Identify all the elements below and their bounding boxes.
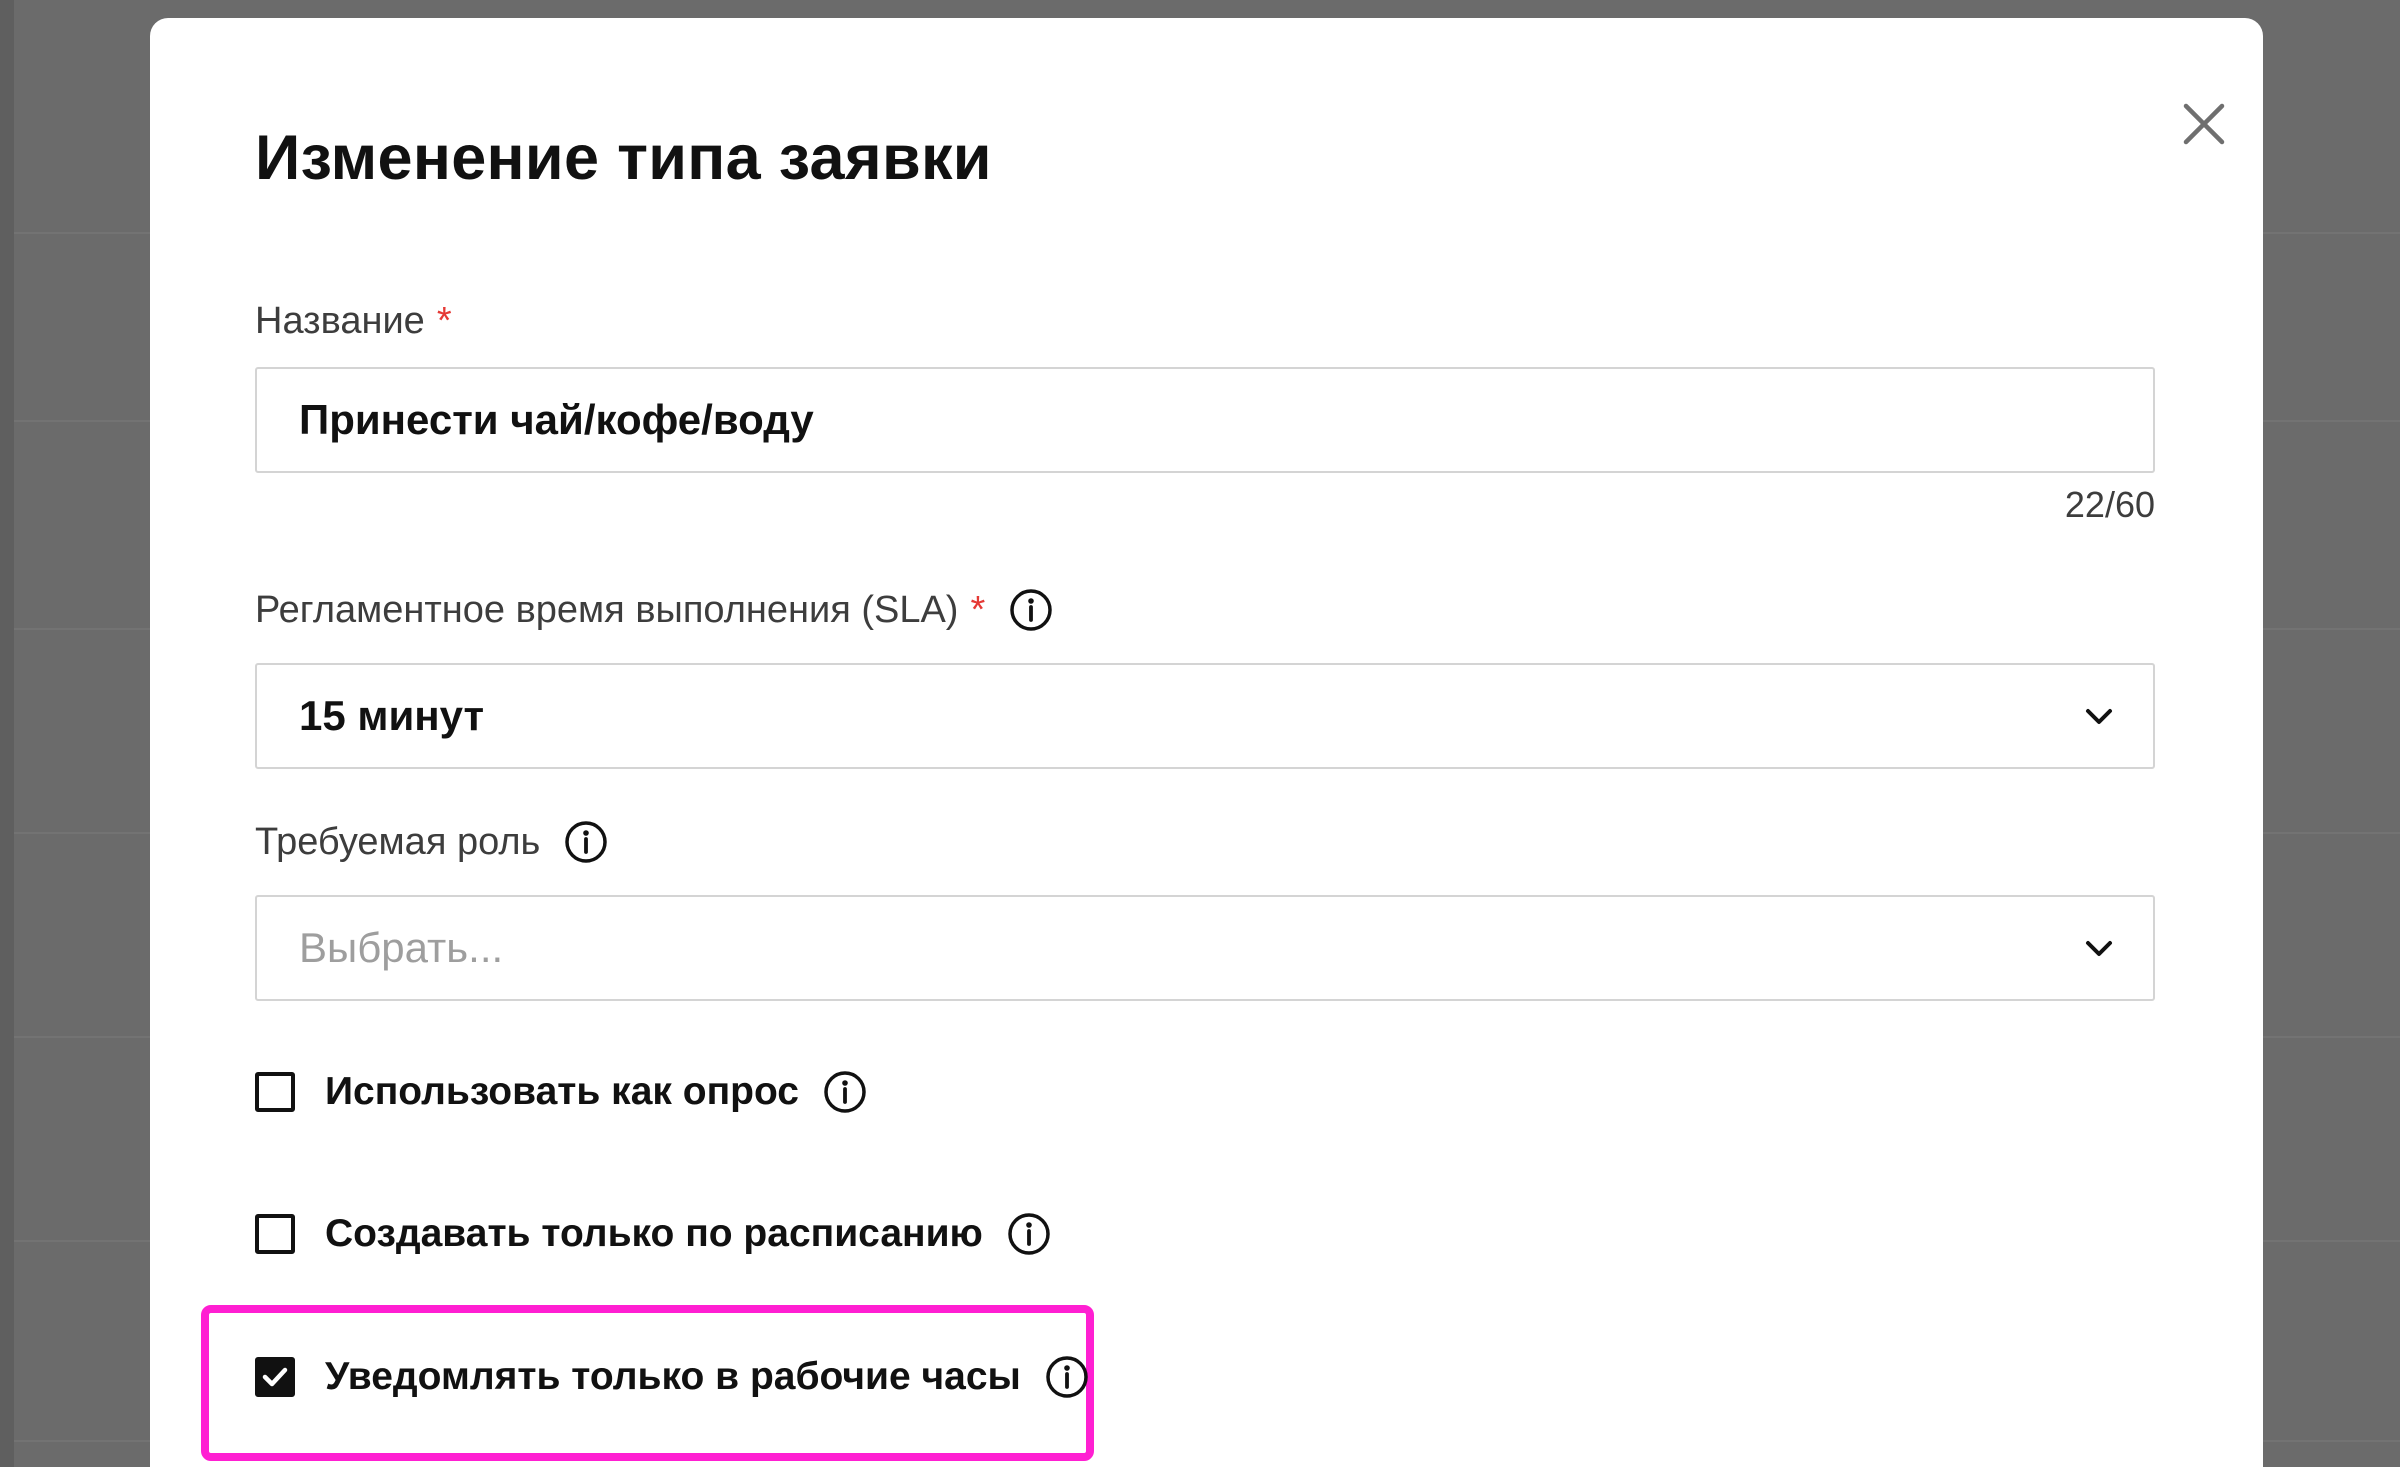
info-icon[interactable] [1005, 1210, 1053, 1258]
name-input[interactable]: Принести чай/кофе/воду [255, 367, 2155, 473]
info-icon[interactable] [1043, 1353, 1091, 1401]
role-label-text: Требуемая роль [255, 820, 541, 863]
info-icon[interactable] [562, 818, 610, 866]
name-label-text: Название [255, 300, 425, 342]
character-counter: 22/60 [2064, 484, 2155, 525]
required-mark: * [436, 300, 452, 342]
role-field-label: Требуемая роль [255, 818, 610, 866]
dialog-title: Изменение типа заявки [255, 123, 992, 193]
info-icon[interactable] [1007, 586, 1055, 634]
role-select[interactable]: Выбрать... [255, 895, 2155, 1001]
role-select-placeholder: Выбрать... [299, 924, 504, 971]
close-icon [2183, 103, 2225, 145]
use-as-poll-option[interactable]: Использовать как опрос [255, 1068, 869, 1116]
sla-field-label: Регламентное время выполнения (SLA) * [255, 586, 1055, 634]
background-edge [0, 0, 14, 1467]
sla-select[interactable]: 15 минут [255, 663, 2155, 769]
working-hours-notify-option[interactable]: Уведомлять только в рабочие часы [255, 1353, 1091, 1401]
required-mark: * [970, 588, 986, 631]
close-button[interactable] [2156, 76, 2252, 172]
use-as-poll-label: Использовать как опрос [325, 1070, 799, 1113]
checkmark-icon [262, 1367, 288, 1387]
schedule-only-label: Создавать только по расписанию [325, 1212, 983, 1255]
working-hours-notify-checkbox[interactable] [255, 1357, 295, 1397]
working-hours-notify-label: Уведомлять только в рабочие часы [325, 1355, 1021, 1398]
name-field-label: Название * [255, 300, 452, 343]
use-as-poll-checkbox[interactable] [255, 1072, 295, 1112]
chevron-down-icon [2086, 709, 2112, 724]
name-input-value[interactable]: Принести чай/кофе/воду [299, 369, 814, 471]
schedule-only-option[interactable]: Создавать только по расписанию [255, 1210, 1053, 1258]
chevron-down-icon [2086, 941, 2112, 956]
sla-label-text: Регламентное время выполнения (SLA) [255, 588, 959, 631]
schedule-only-checkbox[interactable] [255, 1214, 295, 1254]
sla-select-value: 15 минут [299, 692, 485, 739]
info-icon[interactable] [821, 1068, 869, 1116]
